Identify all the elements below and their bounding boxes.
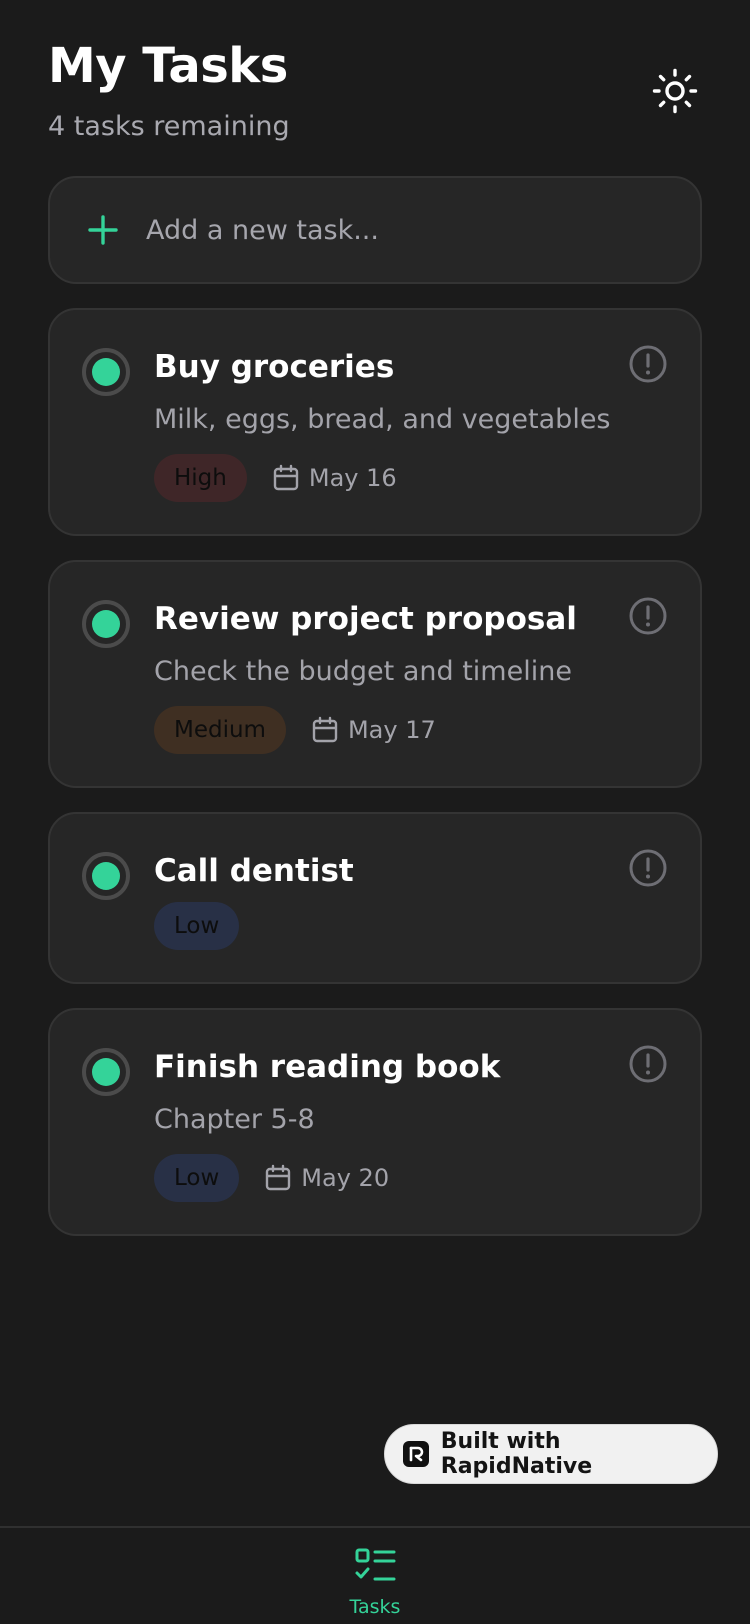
task-list-screen: My Tasks 4 tasks remaining Add a new tas… [0,0,750,1624]
task-meta: Low [154,902,240,950]
rapidnative-logo-icon [403,1441,429,1467]
task-meta: Low May 20 [154,1154,389,1202]
status-dot [92,862,120,890]
task-complete-toggle[interactable] [82,1048,130,1096]
task-title: Review project proposal [154,601,577,637]
due-date: May 17 [312,716,436,744]
add-task-input[interactable] [146,200,700,260]
task-complete-toggle[interactable] [82,852,130,900]
bottom-tab-bar: Tasks [0,1526,750,1624]
tasks-remaining-count: 4 tasks remaining [48,111,290,142]
due-date: May 20 [265,1164,389,1192]
sun-icon [652,68,698,114]
priority-badge: Medium [154,706,286,754]
page-title: My Tasks [48,38,288,94]
calendar-icon [265,1164,291,1192]
task-card[interactable]: Finish reading book Chapter 5-8 Low May … [48,1008,702,1236]
tab-tasks[interactable]: Tasks [325,1548,425,1624]
task-description: Chapter 5-8 [154,1104,315,1135]
task-description: Check the budget and timeline [154,656,572,687]
alert-circle-icon[interactable] [628,596,668,636]
task-description: Milk, eggs, bread, and vegetables [154,404,611,435]
status-dot [92,1058,120,1086]
status-dot [92,610,120,638]
tab-tasks-label: Tasks [349,1596,401,1618]
task-meta: High May 16 [154,454,397,502]
priority-badge: Low [154,902,240,950]
task-title: Call dentist [154,853,354,889]
task-card[interactable]: Call dentist Low [48,812,702,984]
add-task-bar[interactable] [48,176,702,284]
alert-circle-icon[interactable] [628,848,668,888]
built-with-label: Built with RapidNative [440,1429,593,1479]
task-complete-toggle[interactable] [82,600,130,648]
priority-badge: Low [154,1154,240,1202]
task-card[interactable]: Review project proposal Check the budget… [48,560,702,788]
due-date-text: May 16 [308,464,397,492]
theme-toggle-button[interactable] [648,64,702,118]
task-title: Buy groceries [154,349,395,385]
task-title: Finish reading book [154,1049,501,1085]
built-with-badge[interactable]: Built with RapidNative [384,1424,718,1484]
calendar-icon [273,464,299,492]
header: My Tasks 4 tasks remaining [48,36,702,146]
calendar-icon [312,716,338,744]
due-date-text: May 20 [301,1164,390,1192]
due-date: May 16 [273,464,397,492]
alert-circle-icon[interactable] [628,344,668,384]
plus-icon[interactable] [86,213,120,247]
due-date-text: May 17 [347,716,436,744]
task-complete-toggle[interactable] [82,348,130,396]
priority-badge: High [154,454,247,502]
status-dot [92,358,120,386]
task-card[interactable]: Buy groceries Milk, eggs, bread, and veg… [48,308,702,536]
task-meta: Medium May 17 [154,706,436,754]
alert-circle-icon[interactable] [628,1044,668,1084]
checklist-icon [354,1548,396,1584]
